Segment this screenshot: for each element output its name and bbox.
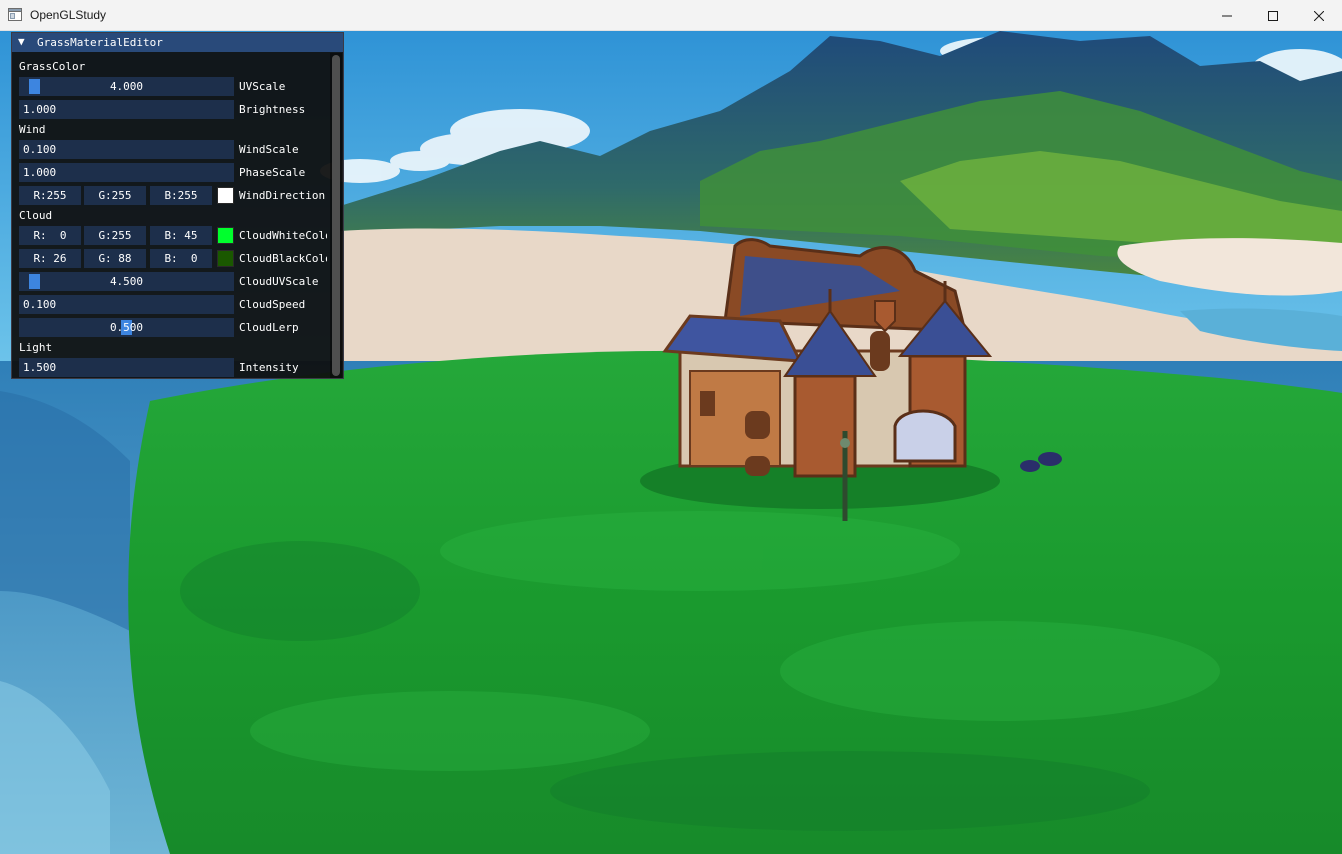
cloud-uv-scale-slider[interactable]: 4.500 [19,272,234,291]
wind-scale-label: WindScale [239,143,299,156]
cloud-black-color-label: CloudBlackColor [239,252,327,265]
cloud-speed-value: 0.100 [23,298,57,311]
cloud-black-color-r[interactable]: R: 26 [19,249,81,268]
minimize-icon [1222,15,1232,16]
wind-scale-drag[interactable]: 0.100 [19,140,234,159]
panel-title: GrassMaterialEditor [37,36,163,49]
cloud-white-color-r[interactable]: R: 0 [19,226,81,245]
cloud-white-color-b[interactable]: B: 45 [150,226,212,245]
brightness-label: Brightness [239,103,306,116]
panel-title-bar[interactable]: ▼ GrassMaterialEditor [12,33,343,52]
close-button[interactable] [1296,0,1342,31]
cloud-speed-drag[interactable]: 0.100 [19,295,234,314]
cloud-white-color-label: CloudWhiteColor [239,229,327,242]
wind-direction-g[interactable]: G:255 [84,186,146,205]
wind-direction-b[interactable]: B:255 [150,186,212,205]
section-light: Light [19,341,53,354]
uv-scale-label: UVScale [239,80,286,93]
intensity-value: 1.500 [23,361,57,374]
cloud-black-color-g[interactable]: G: 88 [84,249,146,268]
cloud-white-color-g[interactable]: G:255 [84,226,146,245]
cloud-speed-label: CloudSpeed [239,298,306,311]
intensity-label: Intensity [239,361,299,374]
wind-direction-label: WindDirection [239,189,326,202]
wind-scale-value: 0.100 [23,143,57,156]
brightness-drag[interactable]: 1.000 [19,100,234,119]
brightness-value: 1.000 [23,103,57,116]
cloud-uv-scale-value: 4.500 [109,275,144,288]
cloud-lerp-value: 0.500 [109,321,144,334]
cloud-lerp-label: CloudLerp [239,321,299,334]
section-wind: Wind [19,123,46,136]
section-cloud: Cloud [19,209,53,222]
phase-scale-value: 1.000 [23,166,57,179]
cloud-white-color-swatch[interactable] [217,227,234,244]
app-icon [8,8,22,21]
cloud-black-color-swatch[interactable] [217,250,234,267]
collapse-arrow-icon[interactable]: ▼ [18,35,25,48]
uv-scale-value: 4.000 [109,80,144,93]
wind-direction-r[interactable]: R:255 [19,186,81,205]
cloud-uv-scale-label: CloudUVScale [239,275,319,288]
grass-material-editor-panel[interactable]: ▼ GrassMaterialEditor GrassColor 4.000 U… [11,32,344,379]
minimize-button[interactable] [1204,0,1250,31]
intensity-drag[interactable]: 1.500 [19,358,234,377]
cloud-lerp-slider[interactable]: 0.500 [19,318,234,337]
cloud-black-color-b[interactable]: B: 0 [150,249,212,268]
window-title: OpenGLStudy [30,8,107,22]
phase-scale-label: PhaseScale [239,166,306,179]
close-icon [1314,10,1324,21]
phase-scale-drag[interactable]: 1.000 [19,163,234,182]
uv-scale-slider[interactable]: 4.000 [19,77,234,96]
window-title-bar[interactable]: OpenGLStudy [0,0,1342,31]
maximize-button[interactable] [1250,0,1296,31]
section-grass-color: GrassColor [19,60,86,73]
maximize-icon [1268,10,1278,21]
panel-scrollbar-thumb[interactable] [332,55,340,376]
wind-direction-color-swatch[interactable] [217,187,234,204]
